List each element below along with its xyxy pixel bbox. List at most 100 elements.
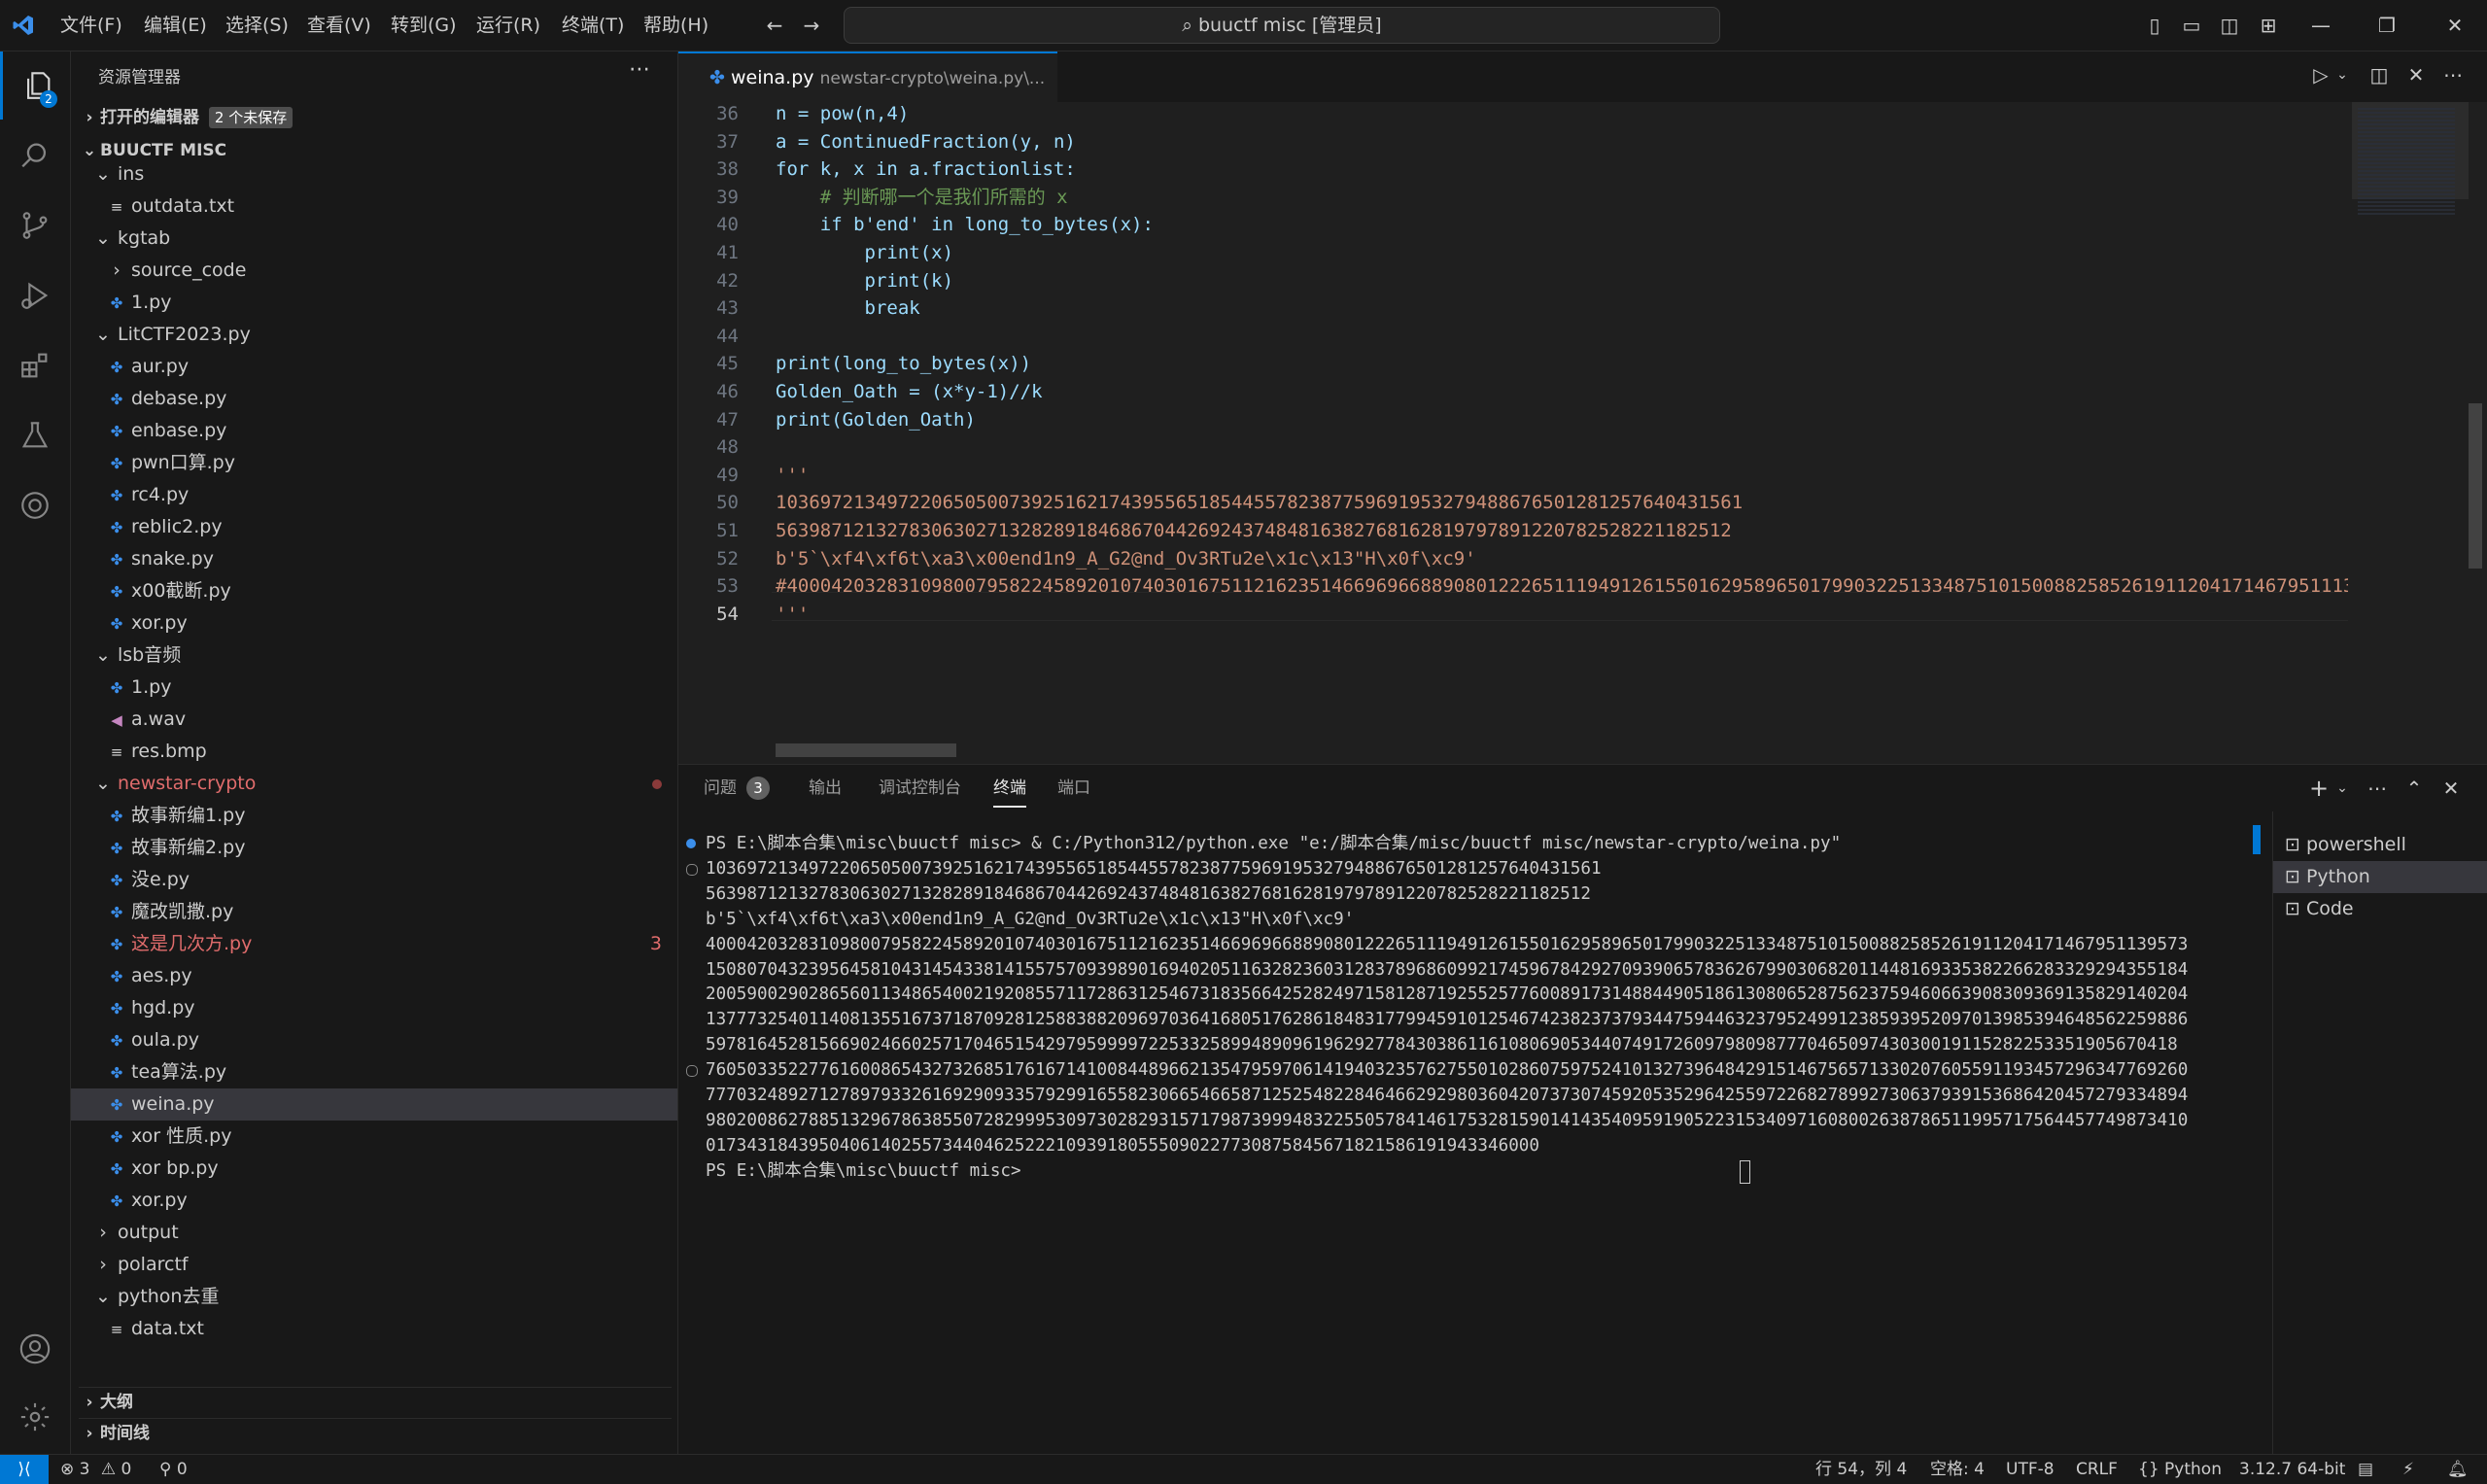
vertical-scrollbar[interactable] <box>2469 403 2482 569</box>
timeline-section[interactable]: › 时间线 <box>79 1418 672 1448</box>
restore-icon[interactable]: ❐ <box>2375 14 2399 37</box>
tree-item[interactable]: ✤ 故事新编2.py <box>71 832 677 864</box>
tree-item[interactable]: ✤ reblic2.py <box>71 511 677 543</box>
command-decoration-icon[interactable] <box>686 863 698 876</box>
tree-item[interactable]: ✤ pwn口算.py <box>71 447 677 479</box>
panel-tab[interactable]: 输出 <box>809 765 842 811</box>
menu-item[interactable]: 帮助(H) <box>643 0 708 51</box>
tree-item[interactable]: ✤ snake.py <box>71 543 677 575</box>
tree-item[interactable]: ✤ 1.py <box>71 287 677 319</box>
horizontal-scrollbar[interactable] <box>776 743 956 757</box>
more-actions-icon[interactable]: ⋯ <box>629 57 650 82</box>
close-window-icon[interactable]: ✕ <box>2443 14 2467 37</box>
code-area[interactable]: n = pow(n,4) a = ContinuedFraction(y, n) f… <box>678 102 2348 763</box>
code-editor[interactable]: 36 37 38 39 40 41 42 43 44 45 46 47 48 49 50 51 52 53 54 n… <box>678 102 2487 763</box>
menu-item[interactable]: 编辑(E) <box>144 0 207 51</box>
terminal-list-item[interactable]: ⊡ powershell <box>2273 829 2487 861</box>
tree-item[interactable]: ✤ debase.py <box>71 383 677 415</box>
ports-indicator[interactable]: ⚲ 0 <box>159 1455 188 1484</box>
panel-tab[interactable]: 端口 <box>1057 765 1090 811</box>
menu-item[interactable]: 转到(G) <box>391 0 457 51</box>
minimap[interactable] <box>2352 102 2469 763</box>
maximize-panel-icon[interactable]: ⌃ <box>2402 777 2426 800</box>
problems-indicator[interactable]: ⊗ 3 ⚠ 0 <box>60 1455 131 1484</box>
tree-item[interactable]: ✤ 故事新编1.py <box>71 800 677 832</box>
tab-weina-py[interactable]: ✤ weina.py newstar-crypto\weina.py\... <box>678 52 1057 104</box>
tree-item[interactable]: ✤ enbase.py <box>71 415 677 447</box>
chevron-down-icon[interactable]: ⌄ <box>2331 777 2354 800</box>
new-terminal-icon[interactable]: + <box>2307 777 2331 800</box>
tree-item[interactable]: ≡ outdata.txt <box>71 190 677 223</box>
tree-item[interactable]: › polarctf <box>71 1249 677 1281</box>
tree-item[interactable]: ✤ xor 性质.py <box>71 1121 677 1153</box>
tree-item[interactable]: ✤ 魔改凯撒.py <box>71 896 677 928</box>
tree-item[interactable]: ✤ hgd.py <box>71 992 677 1024</box>
tree-item[interactable]: ✤ 这是几次方.py 3 <box>71 928 677 960</box>
toggle-primary-sidebar-icon[interactable]: ▯ <box>2143 14 2166 37</box>
explorer-icon[interactable]: 2 <box>0 52 73 120</box>
tree-item[interactable]: ⌄ lsb音频 <box>71 639 677 672</box>
tree-item[interactable]: ⌄ newstar-crypto <box>71 768 677 800</box>
end-of-line[interactable]: CRLF <box>2076 1455 2118 1484</box>
tree-item[interactable]: ⌄ ins <box>71 166 677 190</box>
menu-item[interactable]: 选择(S) <box>225 0 289 51</box>
extensions-icon[interactable] <box>0 331 70 399</box>
terminal-scrollbar[interactable] <box>2253 825 2261 854</box>
outline-section[interactable]: › 大纲 <box>79 1387 672 1417</box>
minimize-icon[interactable]: — <box>2309 14 2332 37</box>
tree-item[interactable]: ✤ 没e.py <box>71 864 677 896</box>
panel-tab[interactable]: 问题 3 <box>704 765 770 811</box>
more-actions-icon[interactable]: ⋯ <box>2366 777 2389 800</box>
split-editor-icon[interactable]: ◫ <box>2367 63 2391 86</box>
close-editor-icon[interactable]: ✕ <box>2404 63 2428 86</box>
root-folder-section[interactable]: ⌄ BUUCTF MISC <box>79 137 226 164</box>
tree-item[interactable]: ⌄ python去重 <box>71 1281 677 1313</box>
command-decoration-icon[interactable] <box>686 839 696 848</box>
tree-item[interactable]: ≡ res.bmp <box>71 736 677 768</box>
settings-gear-icon[interactable] <box>0 1383 70 1451</box>
copilot-icon[interactable]: ⚡ <box>2402 1455 2414 1484</box>
tree-item[interactable]: ✤ 1.py <box>71 672 677 704</box>
search-icon[interactable] <box>0 121 70 190</box>
panel-tab[interactable]: 终端 <box>993 765 1026 808</box>
tree-item[interactable]: ✤ weina.py <box>71 1088 677 1121</box>
more-actions-icon[interactable]: ⋯ <box>2441 63 2465 86</box>
testing-icon[interactable] <box>0 401 70 469</box>
tree-item[interactable]: › output <box>71 1217 677 1249</box>
notebook-icon[interactable]: ▤ <box>2358 1455 2373 1484</box>
menu-item[interactable]: 运行(R) <box>476 0 540 51</box>
run-python-file-icon[interactable]: ▷ <box>2309 63 2332 86</box>
command-center[interactable]: ⌕ buuctf misc [管理员] <box>844 7 1720 44</box>
tree-item[interactable]: ⌄ kgtab <box>71 223 677 255</box>
language-mode[interactable]: {} Python <box>2138 1455 2222 1484</box>
panel-tab[interactable]: 调试控制台 <box>879 765 961 811</box>
tree-item[interactable]: ✤ oula.py <box>71 1024 677 1056</box>
source-control-icon[interactable] <box>0 191 70 259</box>
open-editors-section[interactable]: › 打开的编辑器 2 个未保存 <box>79 104 294 131</box>
tree-item[interactable]: ✤ xor.py <box>71 607 677 639</box>
forward-arrow-icon[interactable]: → <box>800 14 823 37</box>
tree-item[interactable]: ✤ aur.py <box>71 351 677 383</box>
customize-layout-icon[interactable]: ⊞ <box>2257 14 2280 37</box>
tree-item[interactable]: ✤ aes.py <box>71 960 677 992</box>
terminal-output[interactable]: PS E:\脚本合集\misc\buuctf misc> & C:/Python… <box>678 811 2253 1455</box>
close-panel-icon[interactable]: ✕ <box>2439 777 2463 800</box>
tree-item[interactable]: ✤ tea算法.py <box>71 1056 677 1088</box>
chevron-down-icon[interactable]: ⌄ <box>2331 63 2354 86</box>
indentation[interactable]: 空格: 4 <box>1930 1455 1985 1484</box>
accounts-icon[interactable] <box>0 1315 70 1383</box>
back-arrow-icon[interactable]: ← <box>763 14 786 37</box>
encoding[interactable]: UTF-8 <box>2006 1455 2055 1484</box>
terminal-list-item[interactable]: ⊡ Python <box>2273 861 2487 893</box>
tree-item[interactable]: ✤ xor.py <box>71 1185 677 1217</box>
toggle-secondary-sidebar-icon[interactable]: ◫ <box>2218 14 2241 37</box>
tree-item[interactable]: ◀ a.wav <box>71 704 677 736</box>
tree-item[interactable]: ✤ rc4.py <box>71 479 677 511</box>
tree-item[interactable]: ≡ data.txt <box>71 1313 677 1340</box>
tree-item[interactable]: › source_code <box>71 255 677 287</box>
python-interpreter[interactable]: 3.12.7 64-bit <box>2239 1455 2345 1484</box>
command-decoration-icon[interactable] <box>686 1065 698 1078</box>
menu-item[interactable]: 文件(F) <box>60 0 122 51</box>
notifications-bell-icon[interactable]: 🔔︎ <box>2447 1455 2469 1484</box>
menu-item[interactable]: 终端(T) <box>562 0 624 51</box>
